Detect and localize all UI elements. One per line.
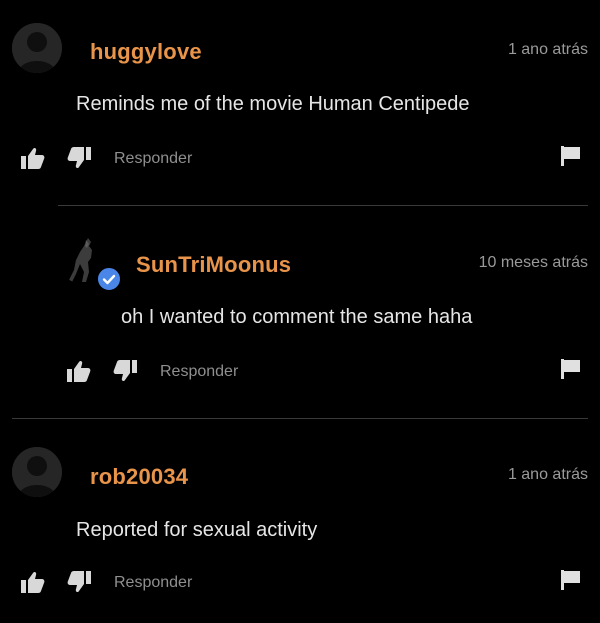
dislike-button[interactable] — [66, 570, 92, 594]
thumbs-up-icon — [21, 147, 45, 169]
comment: rob20034 1 ano atrás Reported for sexual… — [0, 419, 600, 623]
verified-check-icon — [102, 274, 116, 285]
thumbs-down-icon — [113, 360, 137, 382]
thumbs-down-icon — [67, 147, 91, 169]
flag-icon — [561, 570, 580, 590]
reply-button[interactable]: Responder — [114, 574, 192, 592]
flag-button[interactable] — [560, 358, 582, 380]
reply-button[interactable]: Responder — [160, 363, 238, 381]
comment-timestamp: 10 meses atrás — [478, 254, 588, 271]
flag-button[interactable] — [560, 569, 582, 591]
verified-badge — [96, 266, 122, 292]
thumbs-down-icon — [67, 571, 91, 593]
flag-icon — [561, 359, 580, 379]
flag-button[interactable] — [560, 145, 582, 167]
comment-timestamp: 1 ano atrás — [507, 41, 588, 58]
comment-username[interactable]: SunTriMoonus — [136, 252, 291, 278]
comment-username[interactable]: rob20034 — [90, 464, 188, 490]
comment-username[interactable]: huggylove — [90, 39, 202, 65]
comment-text: Reported for sexual activity — [76, 519, 318, 541]
comment: huggylove 1 ano atrás Reminds me of the … — [0, 0, 600, 205]
like-button[interactable] — [66, 359, 92, 383]
avatar-icon — [12, 23, 62, 73]
like-button[interactable] — [20, 146, 46, 170]
thumbs-up-icon — [67, 360, 91, 382]
dislike-button[interactable] — [112, 359, 138, 383]
thumbs-up-icon — [21, 571, 45, 593]
dislike-button[interactable] — [66, 146, 92, 170]
avatar[interactable] — [12, 23, 62, 73]
like-button[interactable] — [20, 570, 46, 594]
avatar-icon — [12, 447, 62, 497]
comment-timestamp: 1 ano atrás — [507, 466, 588, 483]
flag-icon — [561, 146, 580, 166]
comment-text: Reminds me of the movie Human Centipede — [76, 93, 470, 115]
avatar[interactable] — [12, 447, 62, 497]
comment-text: oh I wanted to comment the same haha — [121, 306, 473, 328]
comment-reply: SunTriMoonus 10 meses atrás oh I wanted … — [0, 206, 600, 418]
reply-button[interactable]: Responder — [114, 150, 192, 168]
